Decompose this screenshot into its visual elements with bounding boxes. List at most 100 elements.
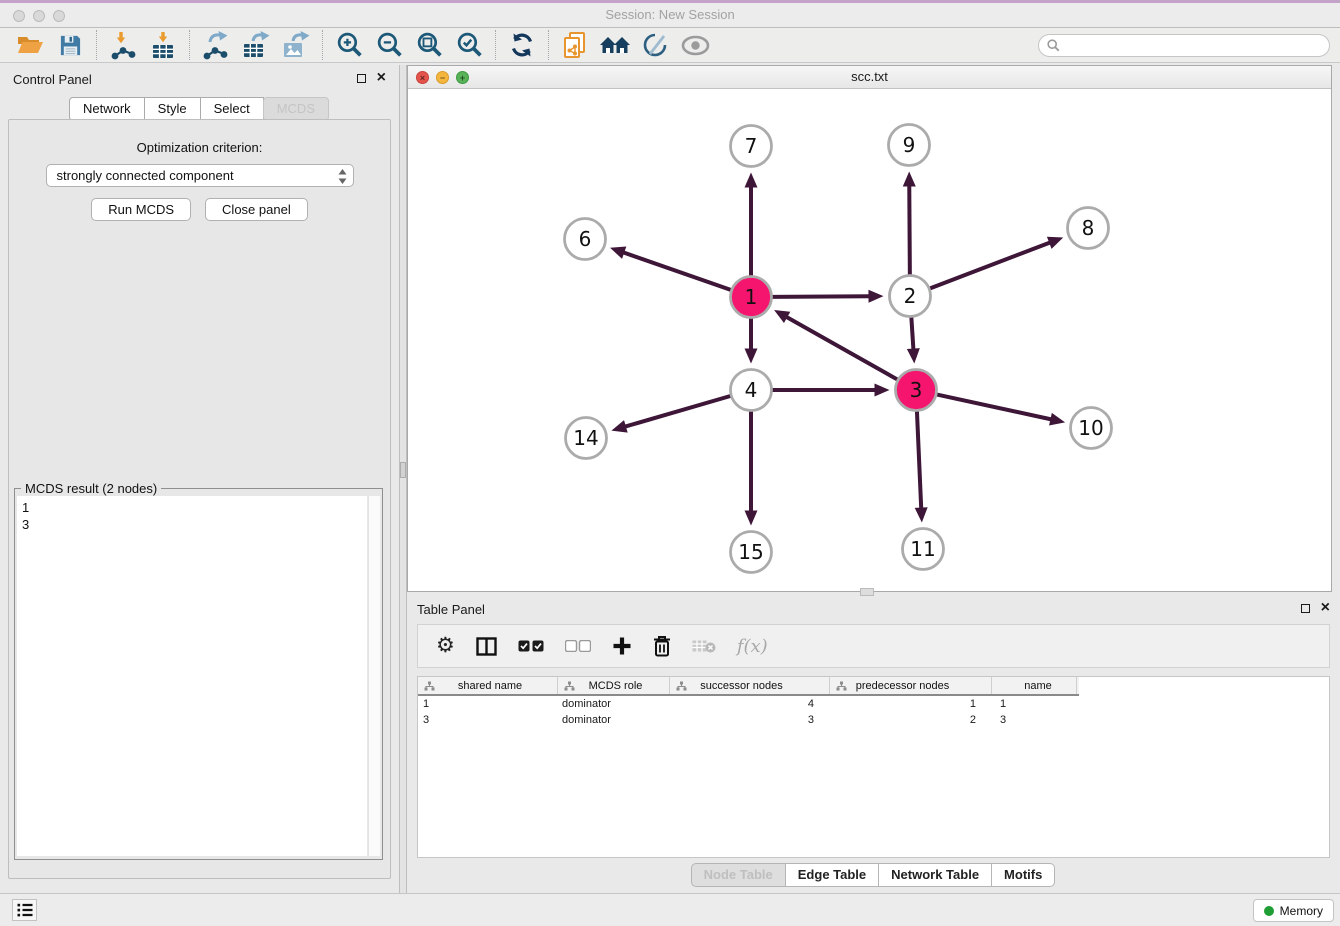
minimize-window-button[interactable] [33,10,45,22]
table-panel-title: Table Panel [417,602,485,617]
graph-edge-arrowhead-4-15 [745,511,758,526]
tab-style[interactable]: Style [144,97,201,121]
show-columns-button[interactable] [476,637,497,656]
import-table-button[interactable] [143,29,183,61]
tab-edge-table[interactable]: Edge Table [785,863,879,887]
column-header-successor-nodes[interactable]: successor nodes [670,677,830,694]
graph-edge-3-11[interactable] [917,411,921,509]
tab-motifs[interactable]: Motifs [991,863,1055,887]
table-cell[interactable]: dominator [558,696,670,712]
table-cell[interactable]: 2 [830,712,992,728]
graph-edge-1-2[interactable] [772,296,870,297]
memory-button[interactable]: Memory [1253,899,1334,922]
close-window-button[interactable] [13,10,25,22]
zoom-in-button[interactable] [329,29,369,61]
zoom-window-button[interactable] [53,10,65,22]
table-row[interactable]: 1dominator411 [418,696,1329,712]
export-table-button[interactable] [236,29,276,61]
float-panel-icon[interactable] [357,74,366,83]
table-cell[interactable]: 4 [670,696,830,712]
delete-column-button[interactable] [653,635,671,657]
function-builder-button[interactable]: f(x) [737,636,768,657]
graph-edge-4-14[interactable] [624,396,730,427]
export-image-button[interactable] [276,29,316,61]
tab-network-table[interactable]: Network Table [878,863,992,887]
network-minimize-button[interactable]: − [436,71,449,84]
memory-label: Memory [1280,904,1323,918]
table-settings-button[interactable]: ⚙ [436,636,455,656]
float-table-panel-icon[interactable] [1301,604,1310,613]
optimization-criterion-label: Optimization criterion: [9,120,390,155]
open-session-button[interactable] [10,29,50,61]
toolbar-separator [548,30,549,60]
show-hide-button[interactable] [675,29,715,61]
run-mcds-button[interactable]: Run MCDS [91,198,191,221]
export-network-button[interactable] [196,29,236,61]
zoom-selected-button[interactable] [449,29,489,61]
network-maximize-button[interactable]: + [456,71,469,84]
table-cell[interactable]: dominator [558,712,670,728]
toolbar-separator [495,30,496,60]
save-session-button[interactable] [50,29,90,61]
refresh-view-button[interactable] [502,29,542,61]
optimization-criterion-select[interactable]: strongly connected component [46,164,354,187]
control-panel-tabs: Network Style Select MCDS [0,97,399,121]
nested-networks-button[interactable] [595,29,635,61]
unchecked-boxes-icon [565,640,591,652]
share-network-file-button[interactable] [555,29,595,61]
toolbar-separator [189,30,190,60]
add-column-button[interactable] [612,636,632,656]
graphics-details-button[interactable] [635,29,675,61]
graph-edge-2-3[interactable] [911,317,913,350]
graph-edge-arrowhead-1-2 [868,290,883,303]
table-row[interactable]: 3dominator323 [418,712,1329,728]
graph-edge-3-10[interactable] [937,395,1052,420]
network-graph[interactable]: 7968124314101511 [408,89,1333,592]
deselect-all-button[interactable] [565,640,591,652]
tab-mcds[interactable]: MCDS [263,97,329,121]
table-cell[interactable]: 3 [670,712,830,728]
zoom-out-button[interactable] [369,29,409,61]
column-header-mcds-role[interactable]: MCDS role [558,677,670,694]
trash-icon [653,635,671,657]
table-cell[interactable]: 1 [418,696,558,712]
column-header-shared-name[interactable]: shared name [418,677,558,694]
graph-edge-1-6[interactable] [622,252,730,290]
zoom-fit-button[interactable] [409,29,449,61]
graph-edge-arrowhead-2-3 [907,348,920,363]
export-network-icon [201,31,231,60]
select-all-button[interactable] [518,640,544,652]
graph-edge-3-1[interactable] [785,316,897,379]
network-close-button[interactable]: × [416,71,429,84]
close-panel-icon[interactable]: × [377,73,386,83]
search-field[interactable] [1038,34,1330,57]
close-panel-button[interactable]: Close panel [205,198,308,221]
table-cell[interactable]: 1 [830,696,992,712]
column-header-predecessor-nodes[interactable]: predecessor nodes [830,677,992,694]
task-history-button[interactable] [12,899,37,921]
result-scrollbar[interactable] [368,496,380,856]
graph-edge-2-8[interactable] [930,242,1051,288]
delete-table-button[interactable] [692,639,716,654]
graph-edge-arrowhead-3-11 [915,507,928,522]
tab-select[interactable]: Select [200,97,264,121]
graph-edge-arrowhead-3-10 [1049,413,1065,426]
import-network-button[interactable] [103,29,143,61]
table-cell[interactable]: 1 [992,696,1077,712]
zoom-out-icon [375,31,404,60]
plus-icon [612,636,632,656]
network-canvas[interactable]: 7968124314101511 [408,89,1331,591]
close-table-panel-icon[interactable]: × [1321,603,1330,613]
table-cell[interactable]: 3 [992,712,1077,728]
panel-divider[interactable] [399,65,407,893]
search-input[interactable] [1060,38,1329,53]
network-window-titlebar[interactable]: × − + scc.txt [408,66,1331,89]
network-window-title: scc.txt [408,66,1331,88]
column-header-name[interactable]: name [992,677,1077,694]
tab-node-table[interactable]: Node Table [691,863,786,887]
panel-divider-handle[interactable] [400,462,406,478]
table-cell[interactable]: 3 [418,712,558,728]
mcds-result-box: MCDS result (2 nodes) 13 [14,488,383,860]
tab-network[interactable]: Network [69,97,145,121]
graph-edge-2-9[interactable] [909,184,910,274]
